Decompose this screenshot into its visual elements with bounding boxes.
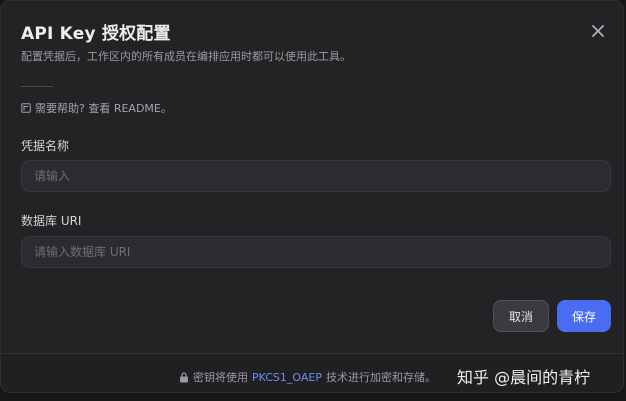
help-text: 需要帮助? 查看 README。	[35, 102, 172, 115]
divider	[21, 86, 53, 87]
encryption-text-after: 技术进行加密和存储。	[325, 371, 436, 384]
encryption-text-before: 密钥将使用	[193, 371, 248, 384]
database-uri-label: 数据库 URI	[21, 214, 82, 228]
database-uri-input[interactable]	[21, 236, 611, 268]
close-icon[interactable]	[591, 24, 605, 38]
watermark: 知乎 @晨间的青柠	[457, 368, 591, 387]
book-icon	[21, 103, 31, 113]
credential-name-input[interactable]	[21, 160, 611, 192]
credential-name-label: 凭据名称	[21, 139, 70, 153]
cancel-button[interactable]: 取消	[493, 300, 549, 332]
api-key-auth-dialog: API Key 授权配置 配置凭据后，工作区内的所有成员在编排应用时都可以使用此…	[0, 0, 624, 393]
save-button[interactable]: 保存	[557, 300, 611, 332]
dialog-footer: 密钥将使用 PKCS1_OAEP 技术进行加密和存储。 知乎 @晨间的青柠	[1, 353, 623, 392]
dialog-subtitle: 配置凭据后，工作区内的所有成员在编排应用时都可以使用此工具。	[21, 50, 351, 63]
help-link[interactable]: 需要帮助? 查看 README。	[21, 100, 172, 116]
encryption-note: 密钥将使用 PKCS1_OAEP 技术进行加密和存储。	[179, 369, 436, 385]
lock-icon	[180, 371, 188, 382]
pkcs-link[interactable]: PKCS1_OAEP	[252, 371, 322, 384]
dialog-title: API Key 授权配置	[21, 24, 171, 44]
